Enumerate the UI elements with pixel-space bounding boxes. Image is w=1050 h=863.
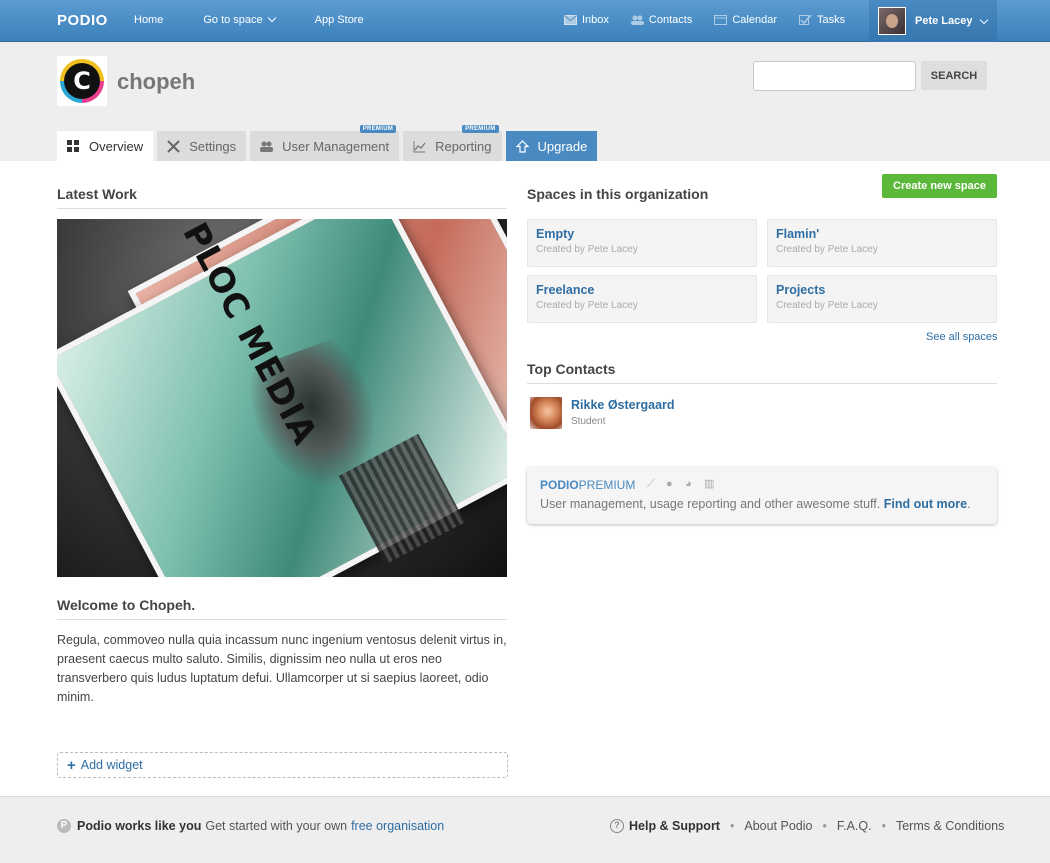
tab-overview[interactable]: Overview [57, 131, 154, 161]
organization-name: chopeh [117, 69, 196, 94]
stack-icon: ▥ [704, 478, 715, 490]
footer-get-started-text: Get started with your own [205, 819, 348, 833]
premium-badge: PREMIUM [462, 125, 499, 133]
upgrade-icon [515, 139, 529, 153]
tasks-icon [798, 15, 812, 25]
about-podio-link[interactable]: About Podio [744, 819, 812, 833]
tab-upgrade[interactable]: Upgrade [505, 131, 598, 161]
pie-icon: ◕ [685, 478, 692, 490]
space-name[interactable]: Projects [776, 283, 988, 297]
tools-icon [167, 139, 180, 153]
help-icon: ? [610, 819, 624, 833]
footer: P Podio works like you Get started with … [0, 796, 1050, 863]
tasks-label: Tasks [816, 14, 846, 26]
space-name[interactable]: Freelance [536, 283, 748, 297]
search-input[interactable] [753, 61, 916, 91]
user-name: Pete Lacey [915, 15, 973, 27]
space-card[interactable]: Projects Created by Pete Lacey [767, 275, 997, 323]
add-widget-button[interactable]: + Add widget [57, 752, 508, 778]
grid-icon [67, 139, 79, 152]
tab-settings[interactable]: Settings [157, 131, 247, 161]
chart-icon: ⟋ [647, 478, 655, 490]
users-icon: ● [666, 478, 673, 490]
latest-work-image[interactable]: PLOC MEDIA [57, 219, 507, 577]
free-organisation-link[interactable]: free organisation [351, 819, 444, 833]
latest-work-title: Latest Work [57, 186, 137, 202]
calendar-icon [714, 15, 728, 25]
envelope-icon [564, 15, 577, 25]
top-navigation-bar: PODIO Home Go to space App Store Inbox C… [0, 0, 1050, 42]
divider [57, 619, 507, 620]
premium-badge: PREMIUM [359, 125, 397, 133]
tab-user-management-label: User Management [282, 138, 390, 154]
space-name[interactable]: Flamin' [776, 227, 988, 241]
tab-upgrade-label: Upgrade [537, 138, 588, 154]
find-out-more-link[interactable]: Find out more [884, 497, 967, 511]
contact-name-link[interactable]: Rikke Østergaard [571, 398, 675, 412]
welcome-text: Regula, commoveo nulla quia incassum nun… [57, 633, 507, 704]
space-creator: Created by Pete Lacey [536, 244, 638, 255]
nav-home-link[interactable]: Home [134, 14, 163, 26]
spaces-title: Spaces in this organization [527, 186, 709, 202]
space-creator: Created by Pete Lacey [776, 300, 878, 311]
space-creator: Created by Pete Lacey [776, 244, 878, 255]
contacts-label: Contacts [648, 14, 693, 26]
organization-tabs: Overview Settings PREMIUM User Managemen… [57, 125, 601, 161]
organization-logo: C [57, 56, 107, 106]
search-button[interactable]: SEARCH [921, 61, 987, 90]
user-avatar [878, 7, 906, 35]
nav-tasks-link[interactable]: Tasks [798, 14, 846, 26]
help-support-link[interactable]: Help & Support [629, 819, 720, 833]
podio-premium-promo: PODIOPREMIUM ⟋ ● ◕ ▥ User management, us… [527, 467, 997, 524]
chart-icon [413, 140, 426, 152]
calendar-label: Calendar [732, 14, 777, 26]
tab-reporting-label: Reporting [435, 138, 492, 154]
podio-icon: P [57, 819, 71, 833]
space-card[interactable]: Flamin' Created by Pete Lacey [767, 219, 997, 267]
nav-contacts-link[interactable]: Contacts [630, 14, 693, 26]
nav-inbox-link[interactable]: Inbox [564, 14, 609, 26]
welcome-title: Welcome to Chopeh. [57, 597, 196, 613]
contact-avatar[interactable] [530, 397, 562, 429]
space-card[interactable]: Empty Created by Pete Lacey [527, 219, 757, 267]
nav-calendar-link[interactable]: Calendar [714, 14, 777, 26]
terms-link[interactable]: Terms & Conditions [896, 819, 1004, 833]
space-name[interactable]: Empty [536, 227, 748, 241]
tab-settings-label: Settings [189, 138, 237, 154]
add-widget-label: Add widget [80, 758, 143, 772]
chevron-down-icon [267, 13, 276, 23]
inbox-label: Inbox [582, 14, 609, 26]
go-to-space-label: Go to space [203, 14, 263, 26]
divider [57, 208, 507, 209]
user-menu[interactable]: Pete Lacey [869, 0, 997, 42]
contacts-icon [630, 15, 644, 25]
users-icon [260, 141, 274, 152]
podio-premium-logo: PODIOPREMIUM [540, 478, 636, 492]
podio-works-tagline: Podio works like you [77, 819, 202, 833]
tab-reporting[interactable]: PREMIUM Reporting [403, 125, 502, 161]
contact-role: Student [571, 416, 606, 427]
plus-icon: + [67, 756, 76, 774]
premium-description: User management, usage reporting and oth… [540, 497, 971, 511]
nav-app-store-link[interactable]: App Store [315, 14, 364, 26]
space-creator: Created by Pete Lacey [536, 300, 638, 311]
organization-header: C chopeh SEARCH Overview Settings PREMIU… [0, 42, 1050, 161]
faq-link[interactable]: F.A.Q. [837, 819, 872, 833]
podio-logo[interactable]: PODIO [57, 12, 108, 29]
see-all-spaces-link[interactable]: See all spaces [926, 331, 998, 343]
chevron-down-icon [980, 15, 989, 24]
create-new-space-button[interactable]: Create new space [882, 174, 997, 198]
tab-user-management[interactable]: PREMIUM User Management [250, 125, 400, 161]
nav-go-to-space-dropdown[interactable]: Go to space [203, 13, 276, 26]
top-contacts-title: Top Contacts [527, 361, 616, 377]
tab-overview-label: Overview [89, 138, 144, 154]
divider [527, 383, 997, 384]
space-card[interactable]: Freelance Created by Pete Lacey [527, 275, 757, 323]
